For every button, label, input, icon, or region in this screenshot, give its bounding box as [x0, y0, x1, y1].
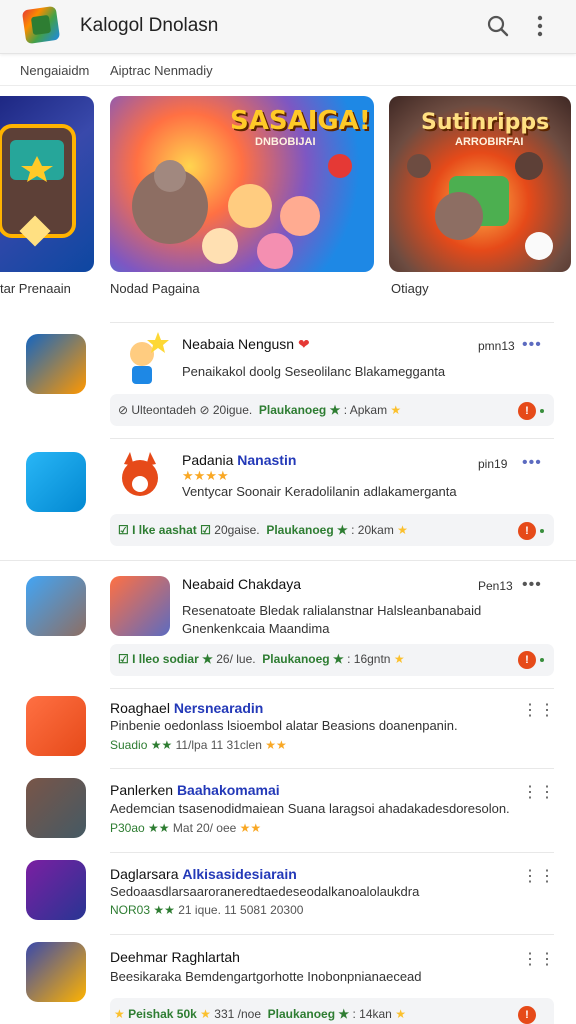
row-7-alert-badge[interactable]: !: [518, 1006, 536, 1024]
row-3-title[interactable]: Neabaid Chakdaya: [182, 576, 301, 592]
row-5-title[interactable]: Panlerken Baahakomamai: [110, 782, 280, 798]
row-2-status-dot: [540, 529, 544, 533]
row-1-app-icon[interactable]: [26, 334, 86, 394]
tab-second[interactable]: Aiptrac Nenmadiy: [110, 63, 213, 78]
card-2-label[interactable]: Nodad Pagaina: [110, 281, 200, 296]
app-logo-icon: [21, 5, 61, 45]
divider: [110, 768, 554, 769]
row-2-rating-stars: ★★★★: [182, 468, 229, 483]
row-6-meta: NOR03 ★★ 21 ique. 11 5081 20300: [110, 903, 304, 917]
row-1-title[interactable]: Neabaia Nengusn ❤: [182, 336, 310, 353]
row-1-alert-badge[interactable]: !: [518, 402, 536, 420]
row-1-meta: ⊘ Ulteontadeh ⊘ 20igue. Plaukanoeg ★ : A…: [118, 403, 402, 417]
row-2-alert-badge[interactable]: !: [518, 522, 536, 540]
row-4-app-icon[interactable]: [26, 696, 86, 756]
app-bar: Kalogol Dnolasn: [0, 0, 576, 54]
row-3-status-dot: [540, 658, 544, 662]
divider: [110, 438, 554, 439]
row-3-thumbnail: [110, 576, 170, 636]
row-3-description: Resenatoate Bledak ralialanstnar Halslea…: [182, 603, 482, 618]
row-3-more-icon[interactable]: •••: [522, 576, 542, 594]
row-2-app-icon[interactable]: [26, 452, 86, 512]
divider: [110, 688, 554, 689]
divider: [110, 934, 554, 935]
row-5-meta: P30ao ★★ Mat 20/ oee ★★: [110, 821, 262, 835]
carousel-card-1[interactable]: [0, 96, 94, 272]
row-2-fox-icon: [122, 452, 158, 496]
more-vert-icon[interactable]: [526, 12, 554, 40]
row-6-more-icon[interactable]: ⋮⋮: [522, 866, 556, 886]
row-7-app-icon[interactable]: [26, 942, 86, 1002]
row-1-status-dot: [540, 409, 544, 413]
row-7-description: Beesikaraka Bemdengartgorhotte Inobonpni…: [110, 969, 422, 984]
row-2-more-icon[interactable]: •••: [522, 454, 542, 472]
row-1-more-icon[interactable]: •••: [522, 336, 542, 354]
divider: [110, 322, 554, 323]
search-icon[interactable]: [484, 12, 512, 40]
tab-first[interactable]: Nengaiaidm: [20, 63, 89, 78]
carousel-card-3[interactable]: Sutinripps ARROBIRFAI: [389, 96, 571, 272]
row-3-app-icon[interactable]: [26, 576, 86, 636]
row-7-title[interactable]: Deehmar Raghlartah: [110, 949, 240, 965]
row-3-count: Pen13: [478, 579, 513, 593]
row-1-description: Penaikakol doolg Seseolilanc Blakameggan…: [182, 364, 446, 379]
row-3-description-2: Gnenkenkcaia Maandima: [182, 621, 330, 636]
row-2-title[interactable]: Padania Nanastin: [182, 452, 296, 468]
row-6-app-icon[interactable]: [26, 860, 86, 920]
carousel-card-2[interactable]: SASAIGA! DNBOBIJAI: [110, 96, 374, 272]
row-4-title[interactable]: Roaghael Nersnearadin: [110, 700, 263, 716]
row-7-meta: ★ Peishak 50k ★ 331 /noe Plaukanoeg ★ : …: [114, 1007, 406, 1021]
row-4-description: Pinbenie oedonlass lsioembol alatar Beas…: [110, 718, 458, 733]
card-3-label[interactable]: Otiagy: [391, 281, 429, 296]
row-6-title[interactable]: Daglarsara Alkisasidesiarain: [110, 866, 297, 882]
card-1-label[interactable]: tar Prenaain: [0, 281, 71, 296]
row-2-count: pin19: [478, 457, 508, 471]
row-7-more-icon[interactable]: ⋮⋮: [522, 949, 556, 969]
row-5-description: Aedemcian tsasenodidmaiean Suana laragso…: [110, 801, 510, 816]
row-3-alert-badge[interactable]: !: [518, 651, 536, 669]
app-title: Kalogol Dnolasn: [80, 15, 219, 36]
row-5-more-icon[interactable]: ⋮⋮: [522, 782, 556, 802]
card-3-title: Sutinripps: [421, 110, 550, 135]
row-1-count: pmn13: [478, 339, 515, 353]
row-2-meta: ☑ I lke aashat ☑ 20gaise. Plaukanoeg ★ :…: [118, 523, 408, 537]
card-3-subtitle: ARROBIRFAI: [455, 136, 524, 148]
row-2-description: Ventycar Soonair Keradolilanin adlakamer…: [182, 484, 457, 499]
divider: [0, 560, 576, 561]
card-2-subtitle: DNBOBIJAI: [255, 136, 316, 148]
row-4-more-icon[interactable]: ⋮⋮: [522, 700, 556, 720]
row-6-description: Sedoaasdlarsaaroraneredtaedeseodalkanoal…: [110, 884, 420, 899]
treasure-chest-icon: [0, 124, 76, 247]
row-3-meta: ☑ I lleo sodiar ★ 26/ lue. Plaukanoeg ★ …: [118, 652, 405, 666]
row-5-app-icon[interactable]: [26, 778, 86, 838]
row-4-meta: Suadio ★★ 11/lpa 11 31clen ★★: [110, 738, 287, 752]
divider: [110, 852, 554, 853]
card-2-title: SASAIGA!: [230, 106, 371, 136]
row-1-character-icon: [130, 332, 169, 384]
sub-tabs: Nengaiaidm Aiptrac Nenmadiy: [0, 54, 576, 86]
